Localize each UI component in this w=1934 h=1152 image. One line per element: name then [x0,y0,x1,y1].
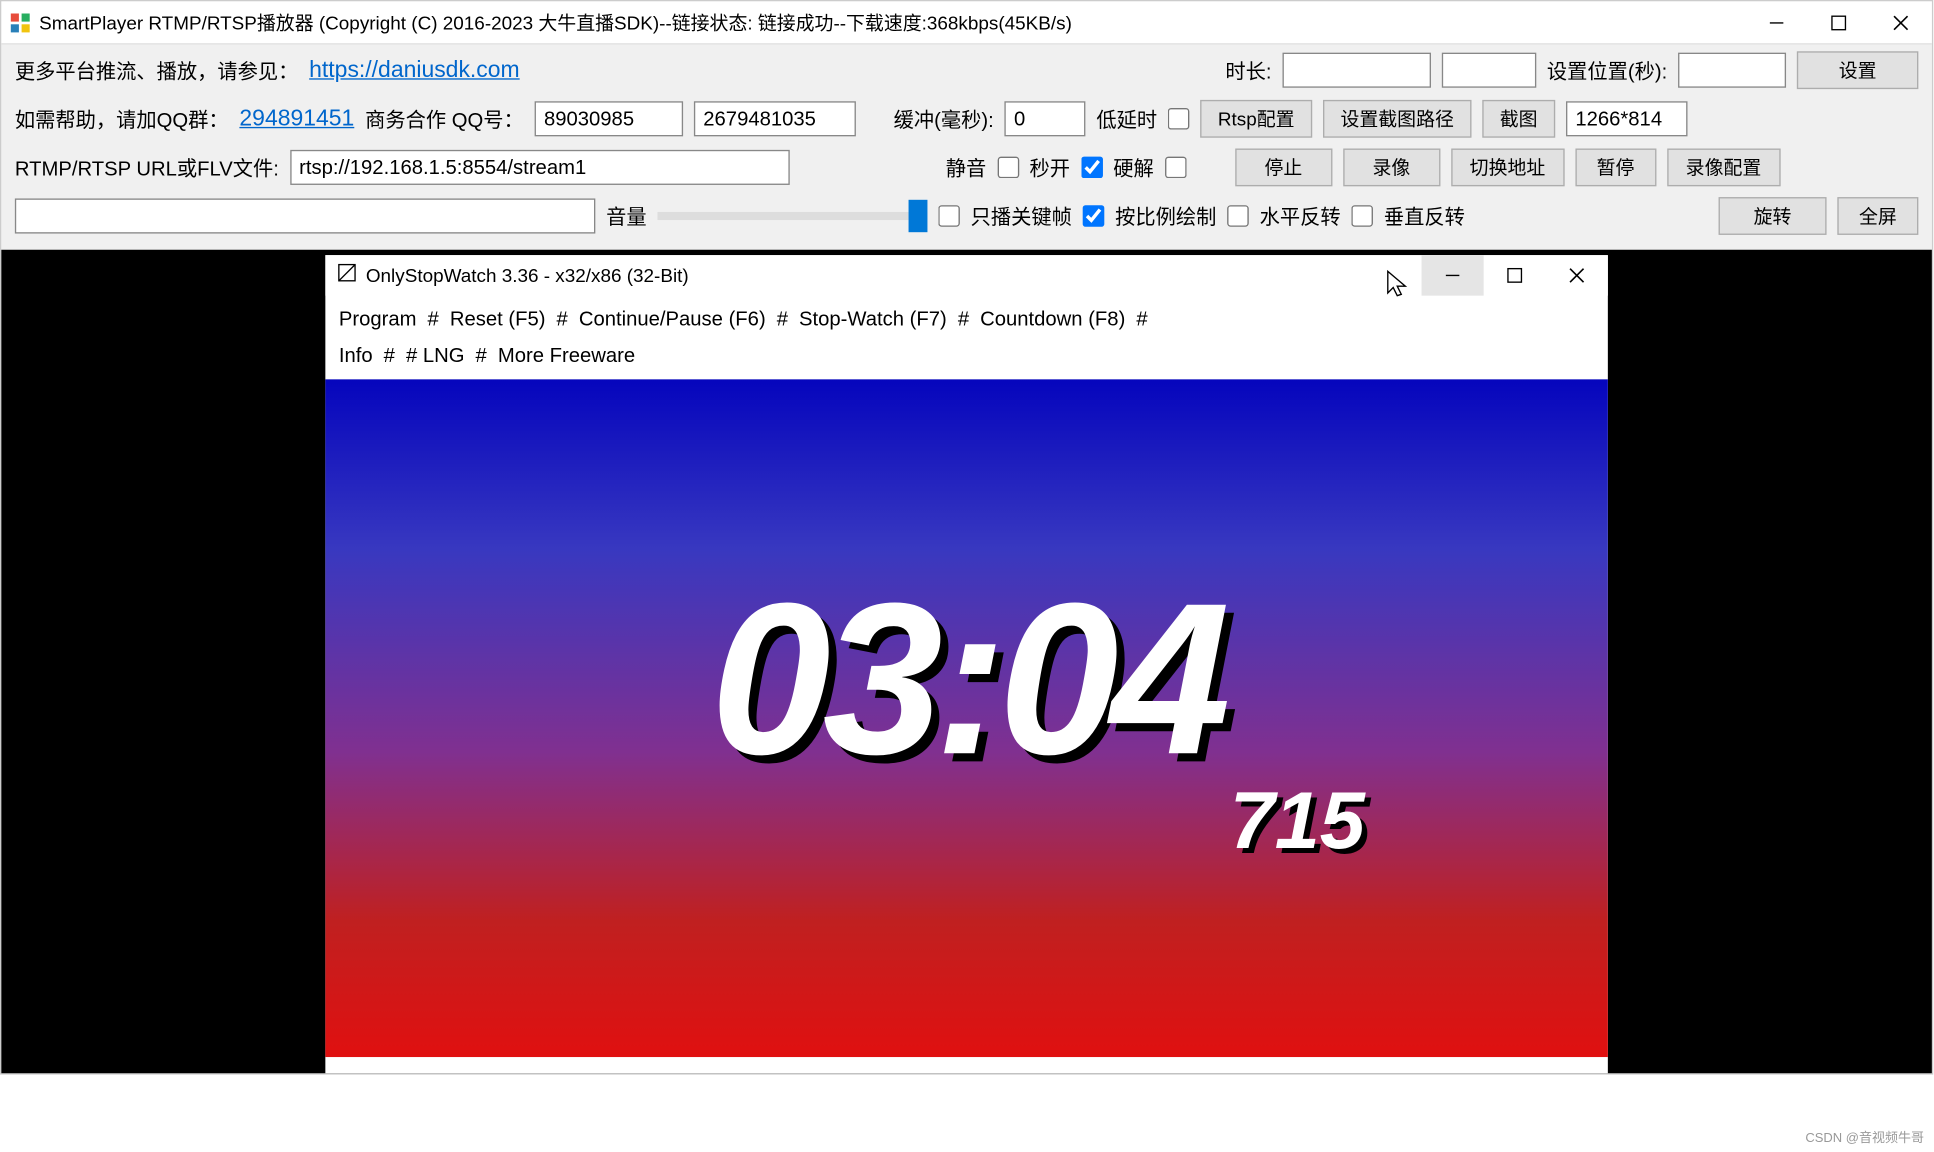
menu-continue[interactable]: Continue/Pause (F6) [579,308,766,331]
menu-sep: # [1136,308,1147,331]
keyframe-label: 只播关键帧 [971,202,1072,230]
rotate-button[interactable]: 旋转 [1719,197,1827,235]
pause-button[interactable]: 暂停 [1575,149,1656,187]
vflip-checkbox[interactable] [1351,205,1373,227]
app-icon [9,11,31,33]
stopwatch-title: OnlyStopWatch 3.36 - x32/x86 (32-Bit) [366,265,1422,287]
volume-thumb[interactable] [909,200,928,232]
status-field[interactable] [15,198,596,233]
volume-label: 音量 [606,202,647,230]
setpos-label: 设置位置(秒): [1547,56,1667,84]
resolution-field[interactable] [1566,101,1688,136]
hwdec-label: 硬解 [1113,153,1154,181]
rtsp-config-button[interactable]: Rtsp配置 [1200,100,1312,138]
url-label: RTMP/RTSP URL或FLV文件: [15,153,279,181]
menu-sep: # [777,308,788,331]
stopwatch-menu: Program # Reset (F5) # Continue/Pause (F… [325,296,1608,380]
stopwatch-time: 03:04 [711,570,1223,786]
keyframe-checkbox[interactable] [938,205,960,227]
qq1-field[interactable] [535,101,684,136]
stopwatch-display: 03:04 715 [325,379,1608,1057]
duration-field[interactable] [1282,53,1431,88]
menu-sep: # [384,344,395,367]
menu-sep: # [958,308,969,331]
scale-label: 按比例绘制 [1115,202,1216,230]
mute-checkbox[interactable] [997,157,1019,179]
watermark: CSDN @音视频牛哥 [1805,1127,1924,1146]
vflip-label: 垂直反转 [1384,202,1465,230]
menu-countdown[interactable]: Countdown (F8) [980,308,1125,331]
hflip-label: 水平反转 [1260,202,1341,230]
hflip-checkbox[interactable] [1227,205,1249,227]
maximize-button[interactable] [1808,2,1870,43]
menu-info[interactable]: Info [339,344,373,367]
lowlat-checkbox[interactable] [1168,108,1190,130]
qq-group-link[interactable]: 294891451 [239,105,354,132]
record-button[interactable]: 录像 [1343,149,1440,187]
menu-reset[interactable]: Reset (F5) [450,308,546,331]
push-label: 更多平台推流、播放，请参见： [15,56,299,84]
extra-field[interactable] [1442,53,1537,88]
fullscreen-button[interactable]: 全屏 [1837,197,1918,235]
mute-label: 静音 [946,153,987,181]
hwdec-checkbox[interactable] [1165,157,1187,179]
shotpath-button[interactable]: 设置截图路径 [1323,100,1472,138]
sdk-link[interactable]: https://daniusdk.com [309,57,519,84]
record-config-button[interactable]: 录像配置 [1667,149,1780,187]
setpos-field[interactable] [1678,53,1786,88]
menu-sep: # [557,308,568,331]
menu-stopwatch[interactable]: Stop-Watch (F7) [799,308,947,331]
set-button[interactable]: 设置 [1797,51,1919,89]
sw-minimize-button[interactable] [1422,255,1484,295]
menu-sep: # [476,344,487,367]
buffer-field[interactable] [1005,101,1086,136]
menu-sep: # [428,308,439,331]
stopwatch-ms: 715 [1230,773,1365,866]
stopwatch-window: OnlyStopWatch 3.36 - x32/x86 (32-Bit) Pr… [325,255,1608,1073]
duration-label: 时长: [1225,56,1271,84]
menu-freeware[interactable]: More Freeware [498,344,635,367]
video-area: OnlyStopWatch 3.36 - x32/x86 (32-Bit) Pr… [1,250,1932,1074]
scale-checkbox[interactable] [1083,205,1105,227]
biz-label: 商务合作 QQ号： [365,105,524,133]
lowlat-label: 低延时 [1096,105,1157,133]
url-field[interactable] [290,150,790,185]
sw-maximize-button[interactable] [1484,255,1546,295]
close-button[interactable] [1870,2,1932,43]
switch-url-button[interactable]: 切换地址 [1451,149,1564,187]
titlebar: SmartPlayer RTMP/RTSP播放器 (Copyright (C) … [1,1,1932,44]
buffer-label: 缓冲(毫秒): [894,105,994,133]
menu-lng[interactable]: # LNG [406,344,465,367]
minimize-button[interactable] [1746,2,1808,43]
stopwatch-app-icon [336,261,358,289]
screenshot-button[interactable]: 截图 [1482,100,1555,138]
window-title: SmartPlayer RTMP/RTSP播放器 (Copyright (C) … [39,9,1745,36]
qq2-field[interactable] [694,101,856,136]
stop-button[interactable]: 停止 [1235,149,1332,187]
menu-program[interactable]: Program [339,308,417,331]
sw-close-button[interactable] [1546,255,1608,295]
fastopen-label: 秒开 [1030,153,1071,181]
volume-slider[interactable] [657,212,927,220]
help-label: 如需帮助，请加QQ群： [15,105,229,133]
fastopen-checkbox[interactable] [1081,157,1103,179]
